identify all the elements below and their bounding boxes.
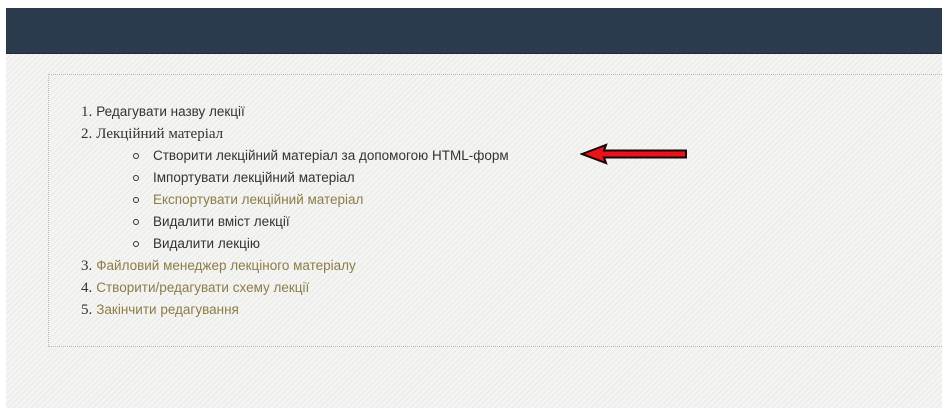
hollow-circle-bullet-icon: [133, 197, 139, 203]
menu-item-number: 3.: [81, 258, 93, 274]
submenu-item-create-html[interactable]: Створити лекційний матеріал за допомогою…: [133, 145, 509, 167]
hollow-circle-bullet-icon: [133, 219, 139, 225]
submenu-item-export[interactable]: Експортувати лекційний матеріал: [133, 189, 509, 211]
menu-item-finish-editing[interactable]: 5. Закінчити редагування: [81, 299, 509, 321]
submenu-item-label[interactable]: Створити лекційний матеріал за допомогою…: [153, 148, 509, 163]
menu-item-label[interactable]: Створити/редагувати схему лекції: [96, 280, 309, 295]
hollow-circle-bullet-icon: [133, 241, 139, 247]
lecture-menu: 1. Редагувати назву лекції 2. Лекційний ма…: [81, 101, 509, 321]
lecture-material-submenu: Створити лекційний матеріал за допомогою…: [81, 145, 509, 255]
submenu-item-label[interactable]: Видалити вміст лекції: [153, 214, 290, 229]
menu-item-label[interactable]: Редагувати назву лекції: [96, 104, 245, 119]
submenu-item-label[interactable]: Експортувати лекційний матеріал: [153, 192, 363, 207]
menu-item-lecture-material: 2. Лекційний матеріал Створити лекційний …: [81, 123, 509, 255]
menu-item-number: 5.: [81, 302, 93, 318]
menu-item-edit-title[interactable]: 1. Редагувати назву лекції: [81, 101, 509, 123]
lecture-menu-panel: 1. Редагувати назву лекції 2. Лекційний ма…: [48, 74, 942, 347]
submenu-item-label[interactable]: Імпортувати лекційний матеріал: [153, 170, 355, 185]
menu-item-lecture-scheme[interactable]: 4. Створити/редагувати схему лекції: [81, 277, 509, 299]
menu-item-label[interactable]: Файловий менеджер лекціного матеріалу: [96, 258, 356, 273]
menu-item-label[interactable]: Закінчити редагування: [96, 302, 239, 317]
submenu-item-label[interactable]: Видалити лекцію: [153, 236, 260, 251]
menu-item-file-manager[interactable]: 3. Файловий менеджер лекціного матеріалу: [81, 255, 509, 277]
submenu-item-delete-content[interactable]: Видалити вміст лекції: [133, 211, 509, 233]
submenu-item-import[interactable]: Імпортувати лекційний матеріал: [133, 167, 509, 189]
menu-item-number: 4.: [81, 280, 93, 296]
menu-item-number: 2.: [81, 126, 93, 142]
red-arrow-pointing-left-icon: [580, 143, 687, 165]
page-frame: 1. Редагувати назву лекції 2. Лекційний ма…: [6, 8, 942, 408]
menu-item-label: Лекційний матеріал: [96, 126, 224, 142]
submenu-item-delete-lecture[interactable]: Видалити лекцію: [133, 233, 509, 255]
hollow-circle-bullet-icon: [133, 175, 139, 181]
hollow-circle-bullet-icon: [133, 153, 139, 159]
header-bar: [6, 8, 942, 54]
menu-item-number: 1.: [81, 104, 93, 120]
